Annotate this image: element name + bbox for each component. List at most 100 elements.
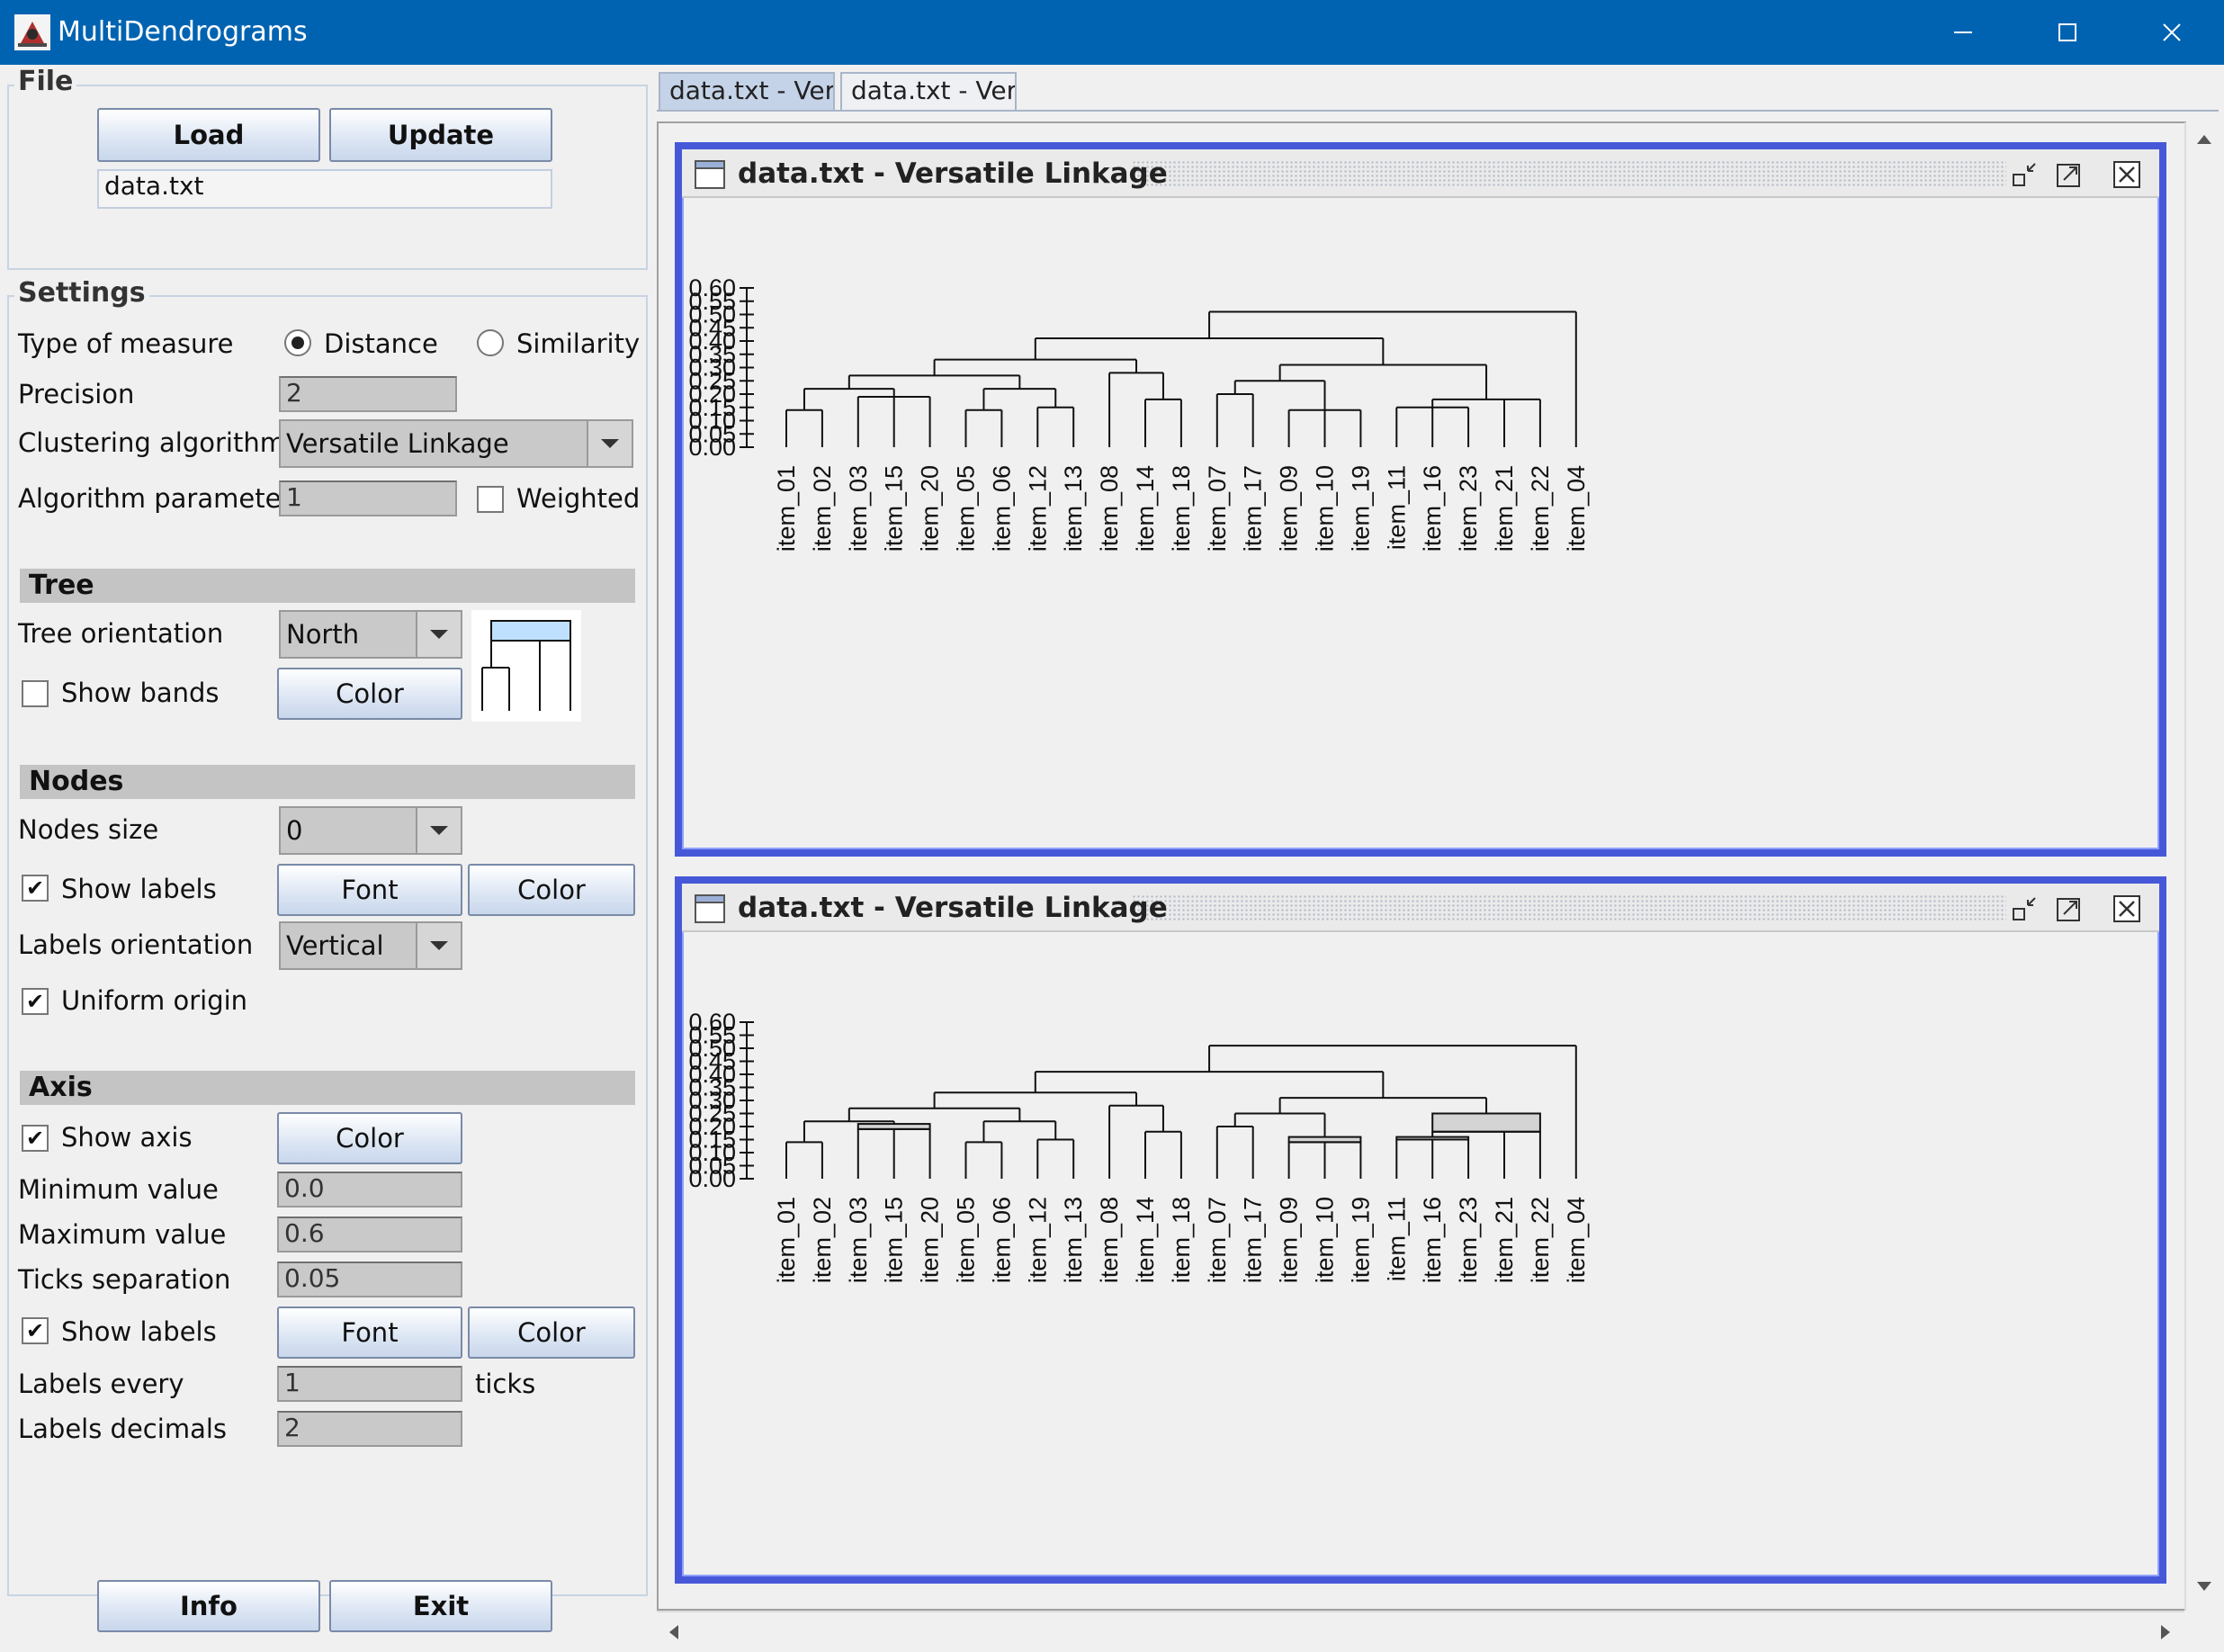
y-tick-label: 0.00 [688,1165,736,1192]
filename-field[interactable]: data.txt [97,169,552,209]
nodes-size-select[interactable]: 0 [279,806,462,855]
leaf-label: item_19 [1347,1197,1374,1283]
iconify-icon[interactable] [2010,160,2039,193]
close-icon [2163,23,2181,41]
distance-radio[interactable] [284,329,311,356]
checkmark-icon: ✔ [25,1126,45,1151]
axis-show-labels-checkbox[interactable]: ✔ [22,1317,49,1344]
update-button[interactable]: Update [329,108,552,162]
tree-section-title: Tree [20,569,635,603]
frame-title-bar[interactable]: data.txt - Versatile Linkage [682,149,2159,198]
show-bands-checkbox[interactable] [22,680,49,707]
maximize-frame-icon[interactable] [2055,160,2084,193]
close-frame-icon[interactable] [2112,160,2141,193]
tree-color-button[interactable]: Color [277,668,462,720]
leaf-label: item_12 [1024,465,1051,552]
scroll-up-icon[interactable] [2195,133,2213,146]
leaf-label: item_23 [1455,1197,1482,1283]
labels-decimals-label: Labels decimals [18,1414,227,1444]
minimum-value-field[interactable]: 0.0 [277,1172,462,1208]
iconify-icon[interactable] [2010,894,2039,927]
chevron-down-icon [416,923,461,968]
dendrogram-window-2[interactable]: data.txt - Versatile Linkage 0.60 0.55 0.5… [675,876,2166,1584]
maximum-value-label: Maximum value [18,1219,227,1250]
algorithm-parameter-field[interactable]: 1 [279,480,457,516]
axis-font-button[interactable]: Font [277,1306,462,1359]
y-tick-label: 0.00 [688,434,736,461]
leaf-label: item_11 [1383,465,1410,550]
dendrogram-chart-2: 0.600.550.500.450.400.350.300.250.200.15… [688,1009,1589,1283]
weighted-checkbox[interactable] [477,486,504,513]
vertical-scrollbar[interactable] [2184,122,2220,1611]
maximum-value-field[interactable]: 0.6 [277,1217,462,1252]
leaf-label: item_21 [1491,1197,1518,1283]
ticks-separation-label: Ticks separation [18,1264,231,1295]
labels-decimals-field[interactable]: 2 [277,1411,462,1447]
nodes-size-label: Nodes size [18,814,159,845]
tree-orientation-label: Tree orientation [18,618,224,649]
chevron-down-icon [416,808,461,853]
leaf-label: item_08 [1096,1197,1123,1283]
chevron-down-icon [416,612,461,657]
precision-field[interactable]: 2 [279,376,457,412]
axis-color-button[interactable]: Color [277,1112,462,1164]
close-frame-icon[interactable] [2112,894,2141,927]
leaf-label: item_12 [1024,1197,1051,1283]
dendrogram-window-1[interactable]: data.txt - Versatile Linkage 0.60 0.55 0.5… [675,142,2166,857]
maximize-icon [2058,23,2076,41]
scroll-left-icon[interactable] [668,1623,680,1641]
vertical-scroll-thumb[interactable] [2190,158,2217,1652]
checkmark-icon: ✔ [25,875,45,901]
algorithm-parameter-label: Algorithm parameter [18,483,292,514]
leaf-label: item_03 [845,465,872,552]
maximize-button[interactable] [2015,0,2120,65]
app-icon [14,14,50,50]
leaf-label: item_10 [1312,1197,1339,1283]
nodes-color-button[interactable]: Color [468,864,635,916]
file-group-title: File [14,67,77,97]
leaf-label: item_07 [1204,1197,1231,1283]
clustering-algorithm-label: Clustering algorithm [18,427,285,458]
horizontal-scrollbar[interactable] [657,1611,2184,1647]
axis-section-title: Axis [20,1071,635,1105]
scroll-down-icon[interactable] [2195,1580,2213,1593]
leaf-label: item_05 [953,1197,980,1283]
frame-title: data.txt - Versatile Linkage [738,892,1168,924]
clustering-algorithm-select[interactable]: Versatile Linkage [279,419,633,468]
radio-selected-dot [291,337,304,349]
labels-orientation-label: Labels orientation [18,929,254,960]
window-title: MultiDendrograms [58,16,308,48]
leaf-label: item_22 [1527,465,1554,552]
leaf-label: item_11 [1383,1197,1410,1281]
scroll-right-icon[interactable] [2159,1623,2172,1641]
exit-button[interactable]: Exit [329,1580,552,1632]
checkmark-icon: ✔ [25,989,45,1014]
labels-orientation-select[interactable]: Vertical [279,921,462,970]
similarity-radio[interactable] [477,329,504,356]
nodes-show-labels-checkbox[interactable]: ✔ [22,875,49,902]
leaf-label: item_13 [1060,465,1087,552]
weighted-label: Weighted [516,483,641,514]
maximize-frame-icon[interactable] [2055,894,2084,927]
labels-every-field[interactable]: 1 [277,1366,462,1402]
tab-dendrogram-1[interactable]: data.txt - Ver... [659,72,835,110]
axis-labels-color-button[interactable]: Color [468,1306,635,1359]
minimum-value-label: Minimum value [18,1174,219,1205]
frame-title-bar[interactable]: data.txt - Versatile Linkage [682,884,2159,932]
leaf-label: item_16 [1419,465,1446,552]
nodes-font-button[interactable]: Font [277,864,462,916]
load-button[interactable]: Load [97,108,320,162]
nodes-section-title: Nodes [20,765,635,799]
leaf-label: item_03 [845,1197,872,1283]
show-axis-checkbox[interactable]: ✔ [22,1125,49,1152]
ticks-separation-field[interactable]: 0.05 [277,1261,462,1297]
tab-dendrogram-2[interactable]: data.txt - Ver... [840,72,1017,110]
uniform-origin-checkbox[interactable]: ✔ [22,988,49,1015]
tree-orientation-select[interactable]: North [279,610,462,659]
minimize-button[interactable] [1911,0,2015,65]
axis-show-labels-label: Show labels [61,1316,217,1347]
labels-orientation-value: Vertical [286,930,384,961]
tab-strip-line [657,110,2219,112]
info-button[interactable]: Info [97,1580,320,1632]
close-button[interactable] [2120,0,2224,65]
